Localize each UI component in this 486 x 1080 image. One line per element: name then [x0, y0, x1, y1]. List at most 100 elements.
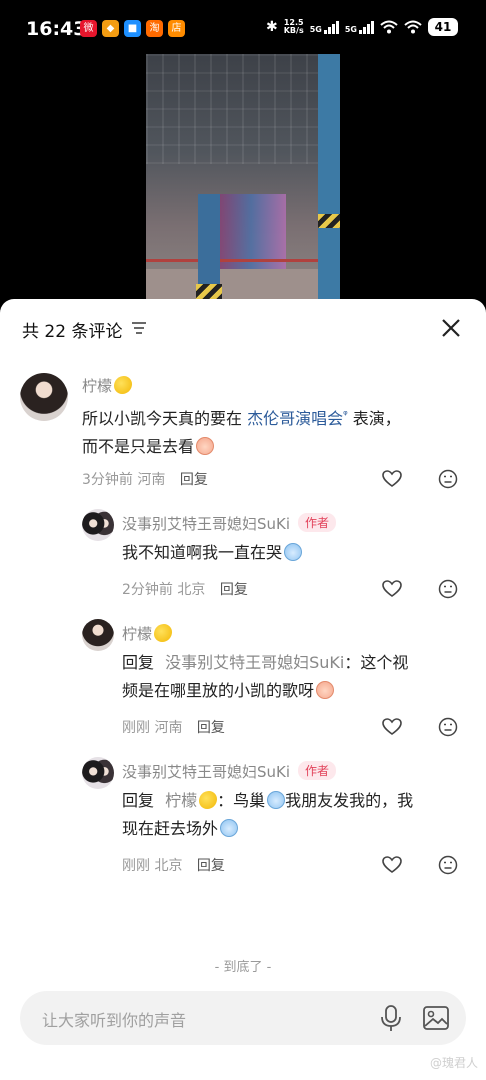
- app-icon-blue: ■: [124, 20, 141, 37]
- comment-text-line1a: ：鸟巢: [217, 791, 266, 810]
- image-icon[interactable]: [422, 1004, 450, 1032]
- reply-prefix: 回复: [122, 653, 155, 672]
- sort-icon[interactable]: [131, 321, 147, 335]
- signal-5g-2: 5G: [344, 20, 374, 34]
- reply-button[interactable]: 回复: [197, 858, 225, 874]
- author-name: 没事别艾特王哥媳妇SuKi: [122, 763, 291, 781]
- taobao-icon: 淘: [146, 20, 163, 37]
- notification-icons: 微 ◆ ■ 淘 店: [80, 20, 185, 37]
- app-icon-shop: 店: [168, 20, 185, 37]
- network-speed: 12.5 KB/s: [284, 19, 304, 35]
- video-floor: [146, 269, 340, 300]
- avatar[interactable]: [20, 373, 68, 421]
- crying-blue-emoji-icon: [267, 791, 286, 809]
- comment-input-placeholder[interactable]: 让大家听到你的声音: [42, 1007, 186, 1031]
- weibo-icon: 微: [80, 20, 97, 37]
- reply-button[interactable]: 回复: [197, 720, 225, 736]
- battery-indicator: 41: [428, 18, 458, 36]
- comments-sheet: 共 22 条评论 柠檬 所以小凯今天真的要在 杰伦哥演唱会ᵠ 表演， 而不是只是…: [0, 299, 486, 1080]
- comment-text-line2: 现在赶去场外: [122, 819, 219, 838]
- comment-location: 河南: [154, 720, 183, 736]
- comment-meta: 刚刚 北京 回复: [122, 855, 225, 875]
- comment-meta: 2分钟前 北京 回复: [122, 579, 248, 599]
- reply-prefix: 回复: [122, 791, 155, 810]
- close-icon[interactable]: [440, 317, 462, 339]
- comment-text-line2: 频是在哪里放的小凯的歌呀: [122, 681, 315, 700]
- dislike-face-icon[interactable]: [438, 579, 458, 599]
- avatar[interactable]: [82, 509, 114, 541]
- like-heart-icon[interactable]: [382, 470, 402, 488]
- comment-text: 回复 柠檬 ：鸟巢 我朋友发我的，我 现在赶去场外: [122, 787, 472, 843]
- avatar[interactable]: [82, 757, 114, 789]
- comment-author[interactable]: 柠檬: [122, 623, 173, 644]
- comment-location: 北京: [154, 858, 183, 874]
- status-right: ✱ 12.5 KB/s 5G 5G 41: [266, 18, 458, 36]
- crying-emoji-icon: [316, 681, 335, 699]
- video-right-stripe: [318, 214, 340, 228]
- reply-button[interactable]: 回复: [180, 472, 208, 488]
- comment-text-line2: 而不是只是去看: [82, 437, 195, 456]
- comment-meta: 刚刚 河南 回复: [122, 717, 225, 737]
- reply-button[interactable]: 回复: [220, 582, 248, 598]
- status-time: 16:43: [26, 18, 87, 40]
- reply-to-user[interactable]: 柠檬: [165, 791, 197, 810]
- like-heart-icon[interactable]: [382, 856, 402, 874]
- author-name: 没事别艾特王哥媳妇SuKi: [122, 515, 291, 533]
- comments-header: 共 22 条评论: [0, 299, 486, 357]
- author-name: 柠檬: [122, 625, 153, 643]
- comment-text: 我不知道啊我一直在哭: [122, 539, 462, 567]
- comment-text: 所以小凯今天真的要在 杰伦哥演唱会ᵠ 表演， 而不是只是去看: [82, 401, 462, 461]
- app-icon-orange: ◆: [102, 20, 119, 37]
- comment-time: 刚刚: [122, 720, 150, 736]
- comment-text-suffix: 表演，: [347, 409, 401, 428]
- signal-icon-2: [359, 20, 374, 34]
- comment-meta: 3分钟前 河南 回复: [82, 469, 208, 489]
- comment-text-prefix: 所以小凯今天真的要在: [82, 409, 248, 428]
- dislike-face-icon[interactable]: [438, 469, 458, 489]
- video-right-pillar: [318, 54, 340, 300]
- video-player[interactable]: [146, 54, 340, 300]
- network-speed-unit: KB/s: [283, 26, 304, 35]
- video-pillar-stripe: [196, 284, 222, 300]
- comment-author[interactable]: 没事别艾特王哥媳妇SuKi 作者: [122, 513, 337, 534]
- reply-to-user[interactable]: 没事别艾特王哥媳妇SuKi: [165, 653, 344, 672]
- status-bar: 16:43 微 ◆ ■ 淘 店 ✱ 12.5 KB/s 5G 5G 41: [0, 0, 486, 60]
- like-heart-icon[interactable]: [382, 580, 402, 598]
- comment-time: 刚刚: [122, 858, 150, 874]
- comment-text-line1b: 我朋友发我的，我: [285, 791, 414, 810]
- like-heart-icon[interactable]: [382, 718, 402, 736]
- crying-emoji-icon: [196, 437, 215, 455]
- wifi-icon-2: [404, 20, 422, 34]
- comment-text-main: 我不知道啊我一直在哭: [122, 543, 283, 562]
- signal-5g-1: 5G: [309, 20, 339, 34]
- comment-text-line1: ：这个视: [344, 653, 409, 672]
- bluetooth-icon: ✱: [266, 19, 278, 35]
- crying-blue-emoji-icon: [220, 819, 239, 837]
- comment-author[interactable]: 柠檬: [82, 375, 133, 396]
- crying-blue-emoji-icon: [284, 543, 303, 561]
- comment-time: 3分钟前: [82, 472, 133, 488]
- dislike-face-icon[interactable]: [438, 717, 458, 737]
- signal-label-2: 5G: [344, 24, 357, 34]
- comment-author[interactable]: 没事别艾特王哥媳妇SuKi 作者: [122, 761, 337, 782]
- comment-input-bar[interactable]: 让大家听到你的声音: [20, 991, 466, 1045]
- comment-time: 2分钟前: [122, 582, 173, 598]
- end-of-list-text: - 到底了 -: [214, 960, 272, 975]
- signal-icon: [323, 20, 339, 34]
- lemon-emoji-icon: [199, 791, 218, 809]
- avatar[interactable]: [82, 619, 114, 651]
- lemon-emoji-icon: [154, 624, 173, 642]
- dislike-face-icon[interactable]: [438, 855, 458, 875]
- lemon-emoji-icon: [114, 376, 133, 394]
- comment-text: 回复 没事别艾特王哥媳妇SuKi：这个视 频是在哪里放的小凯的歌呀: [122, 649, 462, 705]
- author-name: 柠檬: [82, 377, 113, 395]
- microphone-icon[interactable]: [378, 1004, 404, 1032]
- mention-link[interactable]: 杰伦哥演唱会: [247, 409, 343, 428]
- video-ceiling: [146, 54, 340, 164]
- comment-location: 北京: [177, 582, 206, 598]
- video-railing: [146, 259, 340, 262]
- signal-label-1: 5G: [309, 24, 322, 34]
- wifi-icon: [380, 20, 398, 34]
- comments-count-title: 共 22 条评论: [22, 322, 123, 342]
- author-badge: 作者: [298, 513, 337, 532]
